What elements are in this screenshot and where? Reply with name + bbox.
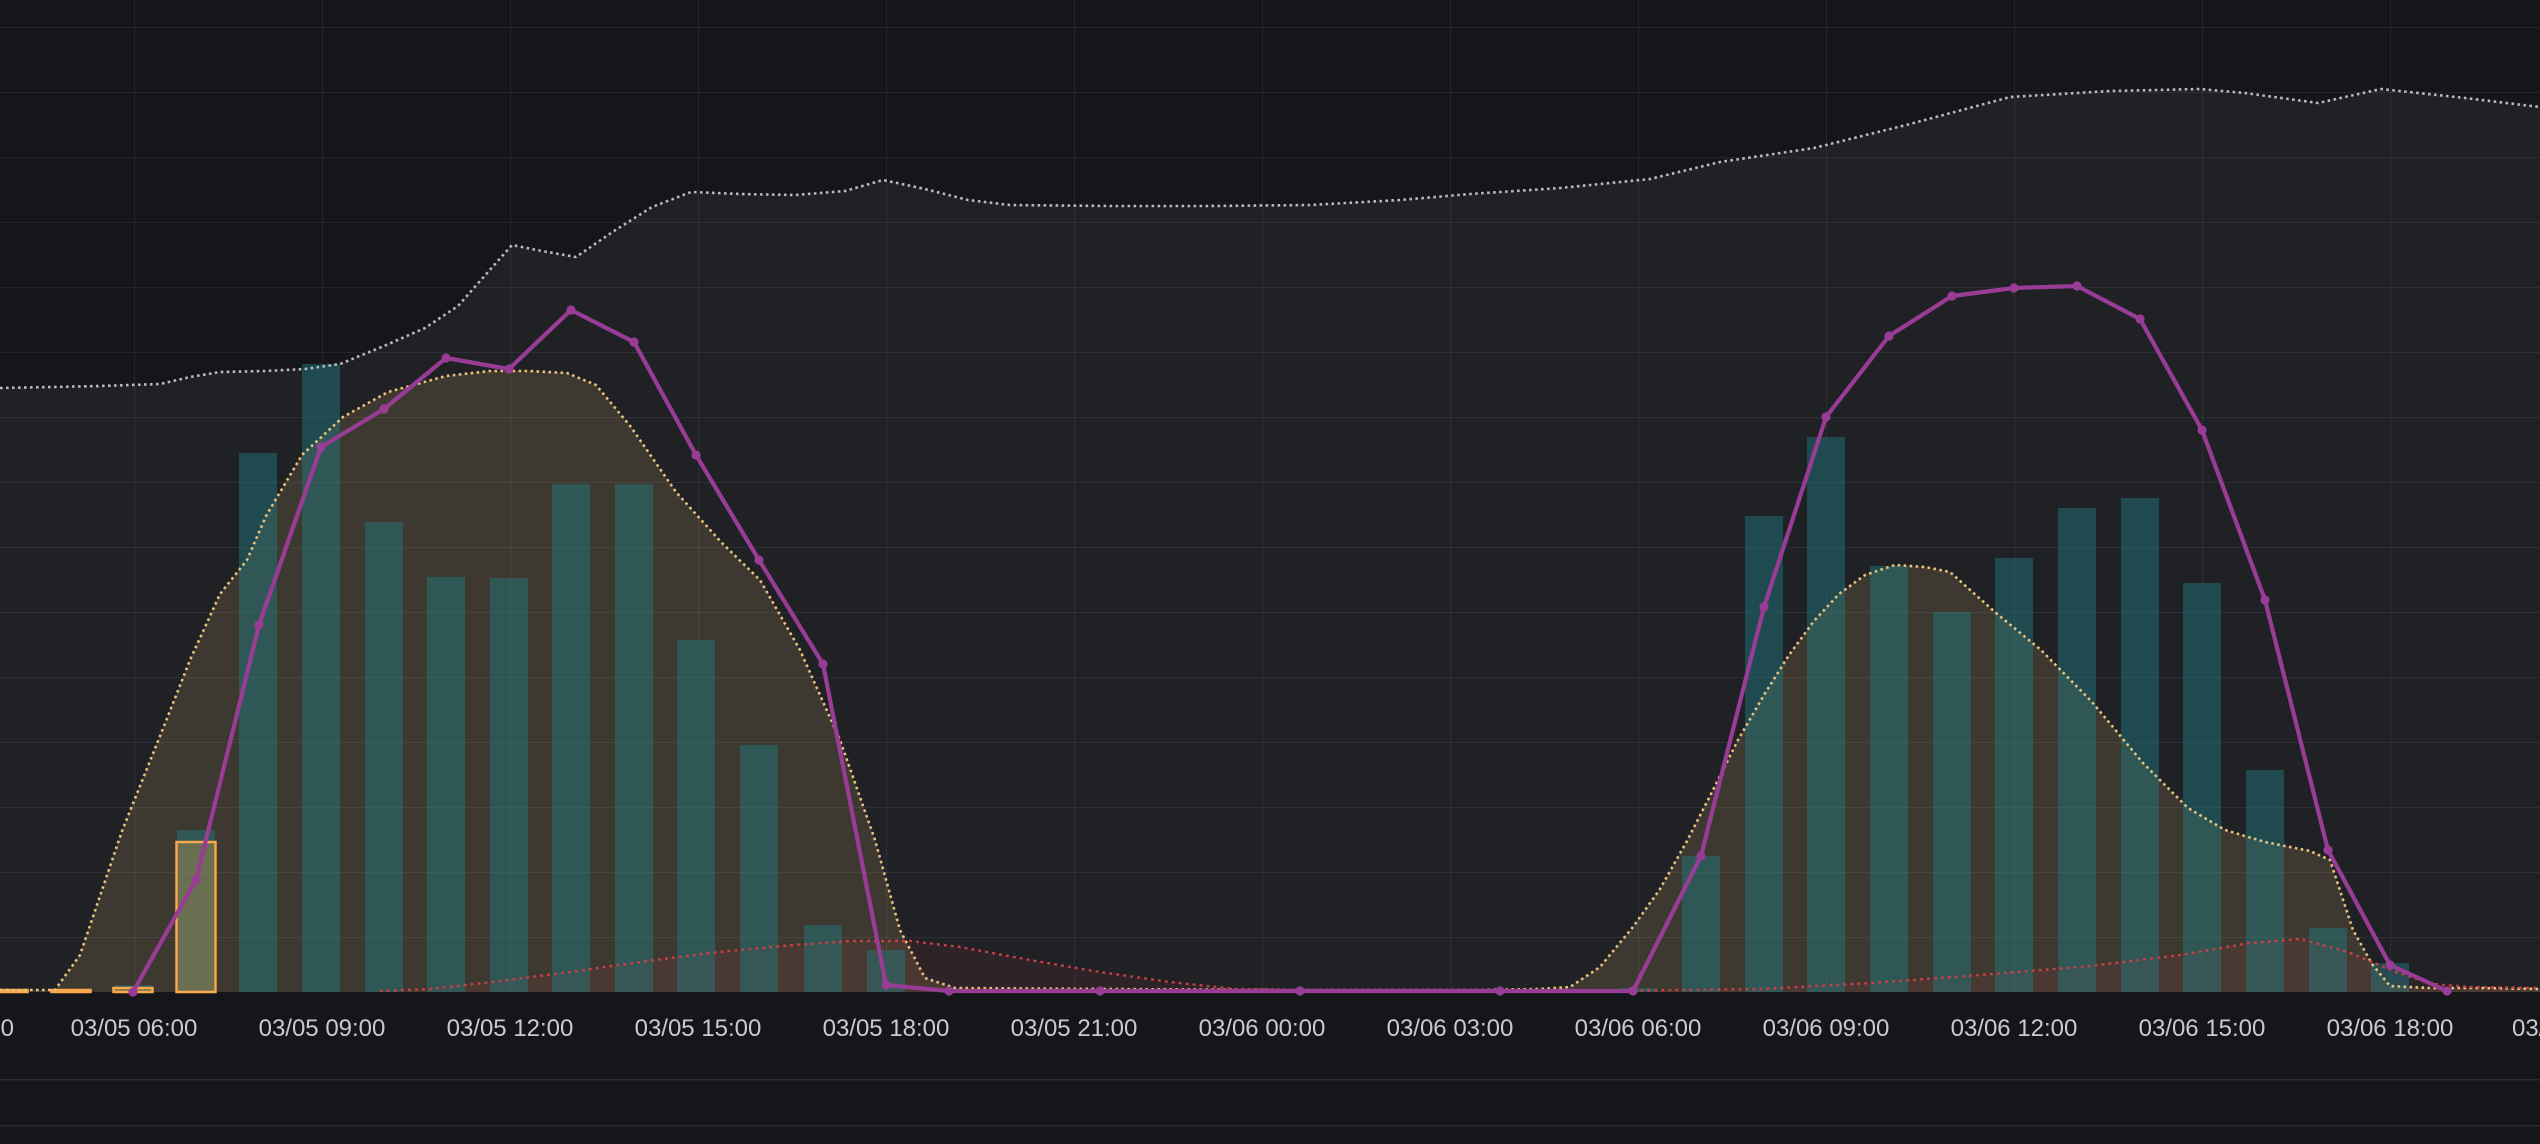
magenta-primary-line-marker	[1095, 986, 1104, 995]
magenta-primary-line-marker	[1759, 602, 1768, 611]
x-axis-label: 0	[1, 1015, 14, 1042]
teal-bars-bar	[2058, 508, 2096, 992]
x-axis-label: 03/06 06:00	[1575, 1015, 1702, 1042]
magenta-primary-line-marker	[2197, 425, 2206, 434]
magenta-primary-line-marker	[1821, 412, 1830, 421]
teal-bars-bar	[2246, 770, 2284, 992]
x-axis-label: 03/06 09:00	[1763, 1015, 1890, 1042]
x-axis-label: 03/05 09:00	[259, 1015, 386, 1042]
teal-bars-bar	[302, 364, 340, 992]
x-axis-label: 03/05 06:00	[71, 1015, 198, 1042]
teal-bars-bar	[1745, 516, 1783, 992]
magenta-primary-line-marker	[1696, 851, 1705, 860]
teal-bars-bar	[552, 484, 590, 992]
x-axis-label: 03/06 00:00	[1199, 1015, 1326, 1042]
x-axis-label: 03/05 21:00	[1011, 1015, 1138, 1042]
teal-bars-bar	[1807, 437, 1845, 992]
magenta-primary-line-marker	[2323, 845, 2332, 854]
magenta-primary-line-marker	[944, 986, 953, 995]
x-axis-label: 03/06 15:00	[2139, 1015, 2266, 1042]
magenta-primary-line-marker	[2072, 281, 2081, 290]
magenta-primary-line-marker	[2260, 595, 2269, 604]
teal-bars-bar	[2309, 928, 2347, 992]
teal-bars-bar	[365, 522, 403, 992]
teal-bars-bar	[1933, 612, 1971, 992]
teal-bars-bar	[677, 640, 715, 992]
magenta-primary-line-marker	[254, 620, 263, 629]
teal-bars-bar	[615, 484, 653, 992]
magenta-primary-line-marker	[881, 980, 890, 989]
magenta-primary-line-marker	[2135, 314, 2144, 323]
magenta-primary-line-marker	[1628, 986, 1637, 995]
x-axis-label: 03/	[2512, 1015, 2540, 1042]
timeseries-panel: 0 03/05 06:00 03/05 09:00 03/05 12:00 03/05 …	[0, 0, 2540, 1144]
x-axis: 0 03/05 06:00 03/05 09:00 03/05 12:00 03/05 …	[1, 1015, 2540, 1042]
magenta-primary-line-marker	[1884, 331, 1893, 340]
magenta-primary-line-marker	[504, 364, 513, 373]
magenta-primary-line-marker	[2009, 283, 2018, 292]
magenta-primary-line-marker	[691, 450, 700, 459]
teal-bars-bar	[490, 578, 528, 992]
teal-bars-bar	[804, 925, 842, 992]
magenta-primary-line-marker	[128, 987, 137, 996]
magenta-primary-line-marker	[566, 305, 575, 314]
magenta-primary-line-marker	[1947, 291, 1956, 300]
x-axis-label: 03/06 12:00	[1951, 1015, 2078, 1042]
teal-bars-bar	[427, 577, 465, 992]
magenta-primary-line-marker	[1295, 986, 1304, 995]
magenta-primary-line-marker	[2442, 986, 2451, 995]
magenta-primary-line-marker	[379, 404, 388, 413]
teal-bars-bar	[239, 453, 277, 992]
magenta-primary-line-marker	[2385, 960, 2394, 969]
teal-bars-bar	[1682, 856, 1720, 992]
orange-highlight-bars-bar	[52, 990, 91, 992]
x-axis-label: 03/05 18:00	[823, 1015, 950, 1042]
teal-bars-bar	[2183, 583, 2221, 992]
x-axis-label: 03/06 18:00	[2327, 1015, 2454, 1042]
teal-bars-bar	[1870, 566, 1908, 992]
magenta-primary-line-marker	[1495, 986, 1504, 995]
magenta-primary-line-marker	[818, 659, 827, 668]
magenta-primary-line-marker	[441, 353, 450, 362]
magenta-primary-line-marker	[316, 442, 325, 451]
chart-canvas[interactable]: 0 03/05 06:00 03/05 09:00 03/05 12:00 03/05 …	[0, 0, 2540, 1144]
x-axis-label: 03/05 15:00	[635, 1015, 762, 1042]
x-axis-label: 03/06 03:00	[1387, 1015, 1514, 1042]
magenta-primary-line-marker	[191, 875, 200, 884]
magenta-primary-line-marker	[629, 337, 638, 346]
x-axis-label: 03/05 12:00	[447, 1015, 574, 1042]
teal-bars-bar	[1995, 558, 2033, 992]
magenta-primary-line-marker	[754, 555, 763, 564]
dashboard-root: 0 03/05 06:00 03/05 09:00 03/05 12:00 03/05 …	[0, 0, 2540, 1144]
orange-highlight-bars-bar	[177, 842, 216, 992]
teal-bars-bar	[740, 745, 778, 992]
